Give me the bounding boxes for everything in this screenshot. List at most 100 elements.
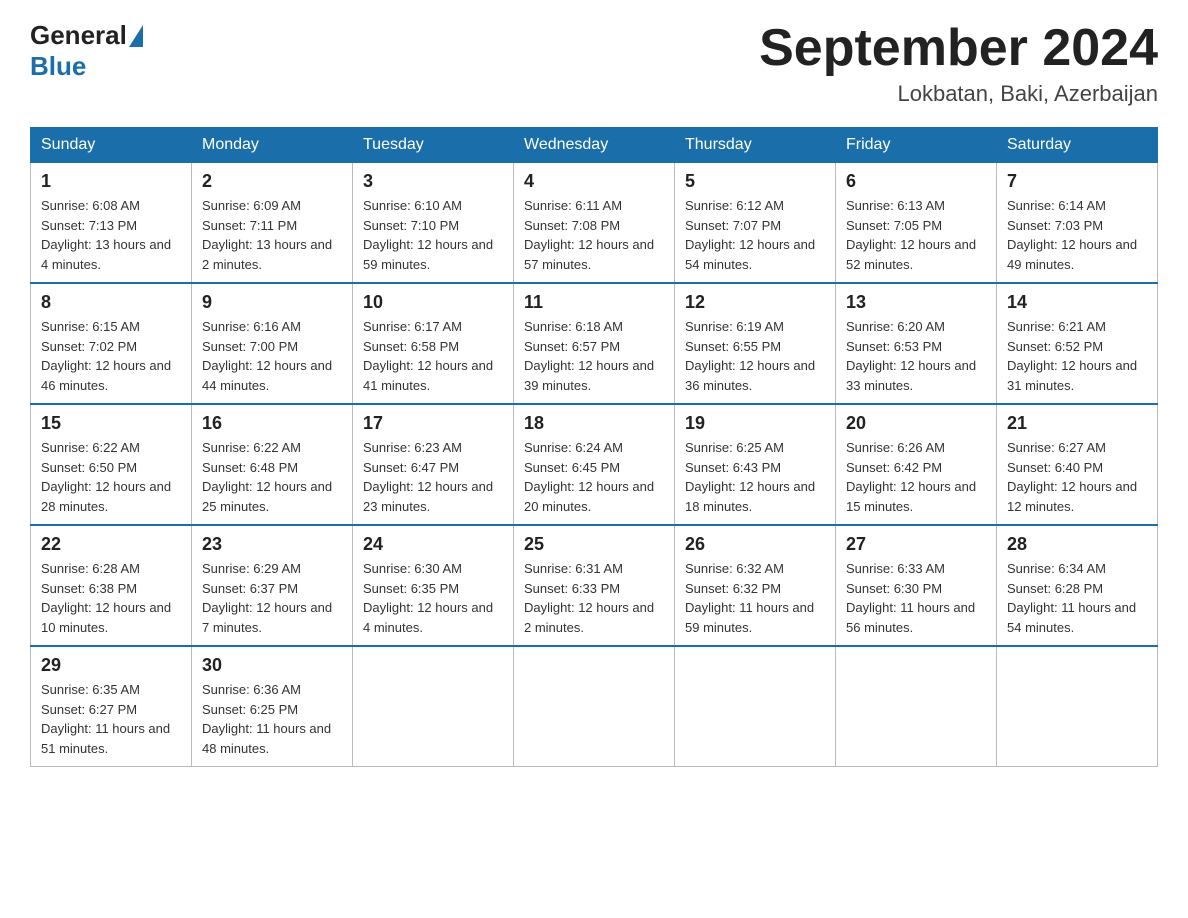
col-sunday: Sunday: [31, 128, 192, 163]
day-info: Sunrise: 6:15 AMSunset: 7:02 PMDaylight:…: [41, 317, 181, 395]
day-number: 10: [363, 292, 503, 313]
day-info: Sunrise: 6:29 AMSunset: 6:37 PMDaylight:…: [202, 559, 342, 637]
day-number: 30: [202, 655, 342, 676]
table-row: 8 Sunrise: 6:15 AMSunset: 7:02 PMDaylight…: [31, 283, 192, 404]
table-row: 29 Sunrise: 6:35 AMSunset: 6:27 PMDayligh…: [31, 646, 192, 767]
day-number: 28: [1007, 534, 1147, 555]
day-number: 8: [41, 292, 181, 313]
table-row: 14Sunrise: 6:21 AMSunset: 6:52 PMDayligh…: [997, 283, 1158, 404]
day-number: 20: [846, 413, 986, 434]
day-number: 29: [41, 655, 181, 676]
day-info: Sunrise: 6:34 AMSunset: 6:28 PMDaylight:…: [1007, 559, 1147, 637]
week-row-2: 8 Sunrise: 6:15 AMSunset: 7:02 PMDaylight…: [31, 283, 1158, 404]
logo-blue-text: Blue: [30, 51, 86, 81]
table-row: 25 Sunrise: 6:31 AMSunset: 6:33 PMDayligh…: [514, 525, 675, 646]
calendar-header-row: Sunday Monday Tuesday Wednesday Thursday…: [31, 128, 1158, 163]
col-friday: Friday: [836, 128, 997, 163]
col-tuesday: Tuesday: [353, 128, 514, 163]
day-info: Sunrise: 6:19 AMSunset: 6:55 PMDaylight:…: [685, 317, 825, 395]
week-row-3: 15Sunrise: 6:22 AMSunset: 6:50 PMDayligh…: [31, 404, 1158, 525]
table-row: 1 Sunrise: 6:08 AMSunset: 7:13 PMDaylight…: [31, 163, 192, 284]
table-row: 12 Sunrise: 6:19 AMSunset: 6:55 PMDayligh…: [675, 283, 836, 404]
day-number: 3: [363, 171, 503, 192]
day-number: 27: [846, 534, 986, 555]
day-number: 9: [202, 292, 342, 313]
day-number: 7: [1007, 171, 1147, 192]
day-number: 25: [524, 534, 664, 555]
table-row: 22Sunrise: 6:28 AMSunset: 6:38 PMDayligh…: [31, 525, 192, 646]
day-info: Sunrise: 6:32 AMSunset: 6:32 PMDaylight:…: [685, 559, 825, 637]
table-row: 7 Sunrise: 6:14 AMSunset: 7:03 PMDaylight…: [997, 163, 1158, 284]
table-row: 18 Sunrise: 6:24 AMSunset: 6:45 PMDayligh…: [514, 404, 675, 525]
day-info: Sunrise: 6:26 AMSunset: 6:42 PMDaylight:…: [846, 438, 986, 516]
logo-general-text: General: [30, 20, 127, 51]
day-number: 17: [363, 413, 503, 434]
week-row-1: 1 Sunrise: 6:08 AMSunset: 7:13 PMDaylight…: [31, 163, 1158, 284]
day-info: Sunrise: 6:12 AMSunset: 7:07 PMDaylight:…: [685, 196, 825, 274]
logo-triangle-icon: [129, 25, 143, 47]
table-row: 3Sunrise: 6:10 AMSunset: 7:10 PMDaylight…: [353, 163, 514, 284]
table-row: 2 Sunrise: 6:09 AMSunset: 7:11 PMDaylight…: [192, 163, 353, 284]
day-info: Sunrise: 6:17 AMSunset: 6:58 PMDaylight:…: [363, 317, 503, 395]
col-saturday: Saturday: [997, 128, 1158, 163]
day-info: Sunrise: 6:23 AMSunset: 6:47 PMDaylight:…: [363, 438, 503, 516]
day-number: 1: [41, 171, 181, 192]
day-info: Sunrise: 6:09 AMSunset: 7:11 PMDaylight:…: [202, 196, 342, 274]
day-number: 18: [524, 413, 664, 434]
day-number: 2: [202, 171, 342, 192]
day-number: 22: [41, 534, 181, 555]
day-info: Sunrise: 6:31 AMSunset: 6:33 PMDaylight:…: [524, 559, 664, 637]
day-info: Sunrise: 6:33 AMSunset: 6:30 PMDaylight:…: [846, 559, 986, 637]
day-number: 21: [1007, 413, 1147, 434]
day-info: Sunrise: 6:35 AMSunset: 6:27 PMDaylight:…: [41, 680, 181, 758]
table-row: [353, 646, 514, 767]
table-row: 4Sunrise: 6:11 AMSunset: 7:08 PMDaylight…: [514, 163, 675, 284]
day-info: Sunrise: 6:11 AMSunset: 7:08 PMDaylight:…: [524, 196, 664, 274]
table-row: 10 Sunrise: 6:17 AMSunset: 6:58 PMDayligh…: [353, 283, 514, 404]
day-info: Sunrise: 6:14 AMSunset: 7:03 PMDaylight:…: [1007, 196, 1147, 274]
day-info: Sunrise: 6:20 AMSunset: 6:53 PMDaylight:…: [846, 317, 986, 395]
table-row: 9Sunrise: 6:16 AMSunset: 7:00 PMDaylight…: [192, 283, 353, 404]
day-number: 16: [202, 413, 342, 434]
day-info: Sunrise: 6:25 AMSunset: 6:43 PMDaylight:…: [685, 438, 825, 516]
week-row-4: 22Sunrise: 6:28 AMSunset: 6:38 PMDayligh…: [31, 525, 1158, 646]
day-number: 12: [685, 292, 825, 313]
table-row: 17 Sunrise: 6:23 AMSunset: 6:47 PMDayligh…: [353, 404, 514, 525]
table-row: 30Sunrise: 6:36 AMSunset: 6:25 PMDayligh…: [192, 646, 353, 767]
month-title: September 2024: [759, 20, 1158, 77]
day-number: 19: [685, 413, 825, 434]
day-number: 11: [524, 292, 664, 313]
table-row: [836, 646, 997, 767]
col-thursday: Thursday: [675, 128, 836, 163]
day-info: Sunrise: 6:18 AMSunset: 6:57 PMDaylight:…: [524, 317, 664, 395]
table-row: 5 Sunrise: 6:12 AMSunset: 7:07 PMDaylight…: [675, 163, 836, 284]
table-row: 28 Sunrise: 6:34 AMSunset: 6:28 PMDayligh…: [997, 525, 1158, 646]
week-row-5: 29 Sunrise: 6:35 AMSunset: 6:27 PMDayligh…: [31, 646, 1158, 767]
calendar-table: Sunday Monday Tuesday Wednesday Thursday…: [30, 127, 1158, 767]
day-info: Sunrise: 6:13 AMSunset: 7:05 PMDaylight:…: [846, 196, 986, 274]
table-row: [514, 646, 675, 767]
day-number: 14: [1007, 292, 1147, 313]
title-block: September 2024 Lokbatan, Baki, Azerbaija…: [759, 20, 1158, 107]
day-number: 26: [685, 534, 825, 555]
table-row: 24Sunrise: 6:30 AMSunset: 6:35 PMDayligh…: [353, 525, 514, 646]
table-row: [997, 646, 1158, 767]
col-wednesday: Wednesday: [514, 128, 675, 163]
day-number: 24: [363, 534, 503, 555]
day-number: 13: [846, 292, 986, 313]
table-row: [675, 646, 836, 767]
table-row: 11 Sunrise: 6:18 AMSunset: 6:57 PMDayligh…: [514, 283, 675, 404]
day-info: Sunrise: 6:24 AMSunset: 6:45 PMDaylight:…: [524, 438, 664, 516]
table-row: 27 Sunrise: 6:33 AMSunset: 6:30 PMDayligh…: [836, 525, 997, 646]
table-row: 16Sunrise: 6:22 AMSunset: 6:48 PMDayligh…: [192, 404, 353, 525]
day-info: Sunrise: 6:08 AMSunset: 7:13 PMDaylight:…: [41, 196, 181, 274]
table-row: 26 Sunrise: 6:32 AMSunset: 6:32 PMDayligh…: [675, 525, 836, 646]
table-row: 20 Sunrise: 6:26 AMSunset: 6:42 PMDayligh…: [836, 404, 997, 525]
table-row: 19 Sunrise: 6:25 AMSunset: 6:43 PMDayligh…: [675, 404, 836, 525]
table-row: 21Sunrise: 6:27 AMSunset: 6:40 PMDayligh…: [997, 404, 1158, 525]
table-row: 6Sunrise: 6:13 AMSunset: 7:05 PMDaylight…: [836, 163, 997, 284]
location-subtitle: Lokbatan, Baki, Azerbaijan: [759, 81, 1158, 107]
table-row: 15Sunrise: 6:22 AMSunset: 6:50 PMDayligh…: [31, 404, 192, 525]
day-number: 5: [685, 171, 825, 192]
page-header: General Blue September 2024 Lokbatan, Ba…: [30, 20, 1158, 107]
